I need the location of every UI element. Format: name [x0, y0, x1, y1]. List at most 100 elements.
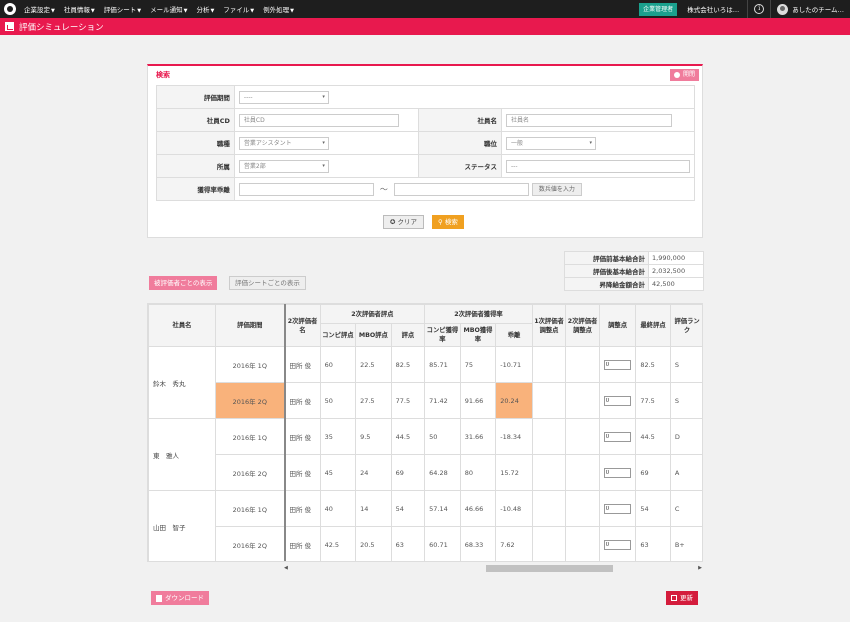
- position-label: 職位: [418, 131, 502, 155]
- rank-cell: S: [669, 346, 702, 383]
- logo-icon[interactable]: [4, 3, 16, 15]
- menu-file[interactable]: ファイル▼: [223, 4, 254, 14]
- final-score-cell: 69: [635, 454, 671, 491]
- mbo-score-cell: 9.5: [355, 418, 392, 455]
- jobtype-select[interactable]: 営業アシスタント: [238, 136, 329, 150]
- period-select[interactable]: ----: [238, 90, 329, 104]
- search-label: 検索: [444, 218, 458, 226]
- header-rate-group: 2次評価者獲得率: [424, 304, 533, 324]
- caret-down-icon: ▼: [90, 8, 95, 14]
- view-by-sheet-button[interactable]: 評価シートごとの表示: [229, 276, 306, 290]
- admin-button[interactable]: 企業管理者: [639, 2, 678, 16]
- score-cell: 82.5: [390, 346, 426, 383]
- adj2-cell: [565, 418, 600, 455]
- mbo-rate-cell: 68.33: [459, 526, 497, 561]
- dept-select[interactable]: 営業2部: [238, 159, 329, 173]
- header-mbo-rate: MBO獲得率: [459, 323, 497, 347]
- menu-employee-info[interactable]: 社員情報▼: [64, 4, 95, 14]
- info-icon[interactable]: i: [754, 4, 765, 14]
- clear-button[interactable]: ✪ クリア: [383, 215, 425, 229]
- empname-input[interactable]: 社員名: [506, 113, 672, 127]
- download-button[interactable]: ダウンロード: [151, 591, 209, 605]
- evaluator-cell: 田所 俊: [284, 418, 321, 455]
- period-cell: 2016年 2Q: [214, 454, 286, 491]
- update-label: 更新: [680, 594, 693, 602]
- compe-rate-cell: 50: [424, 418, 461, 455]
- adjust-input[interactable]: [603, 359, 631, 370]
- empcd-label: 社員CD: [156, 108, 235, 132]
- compe-rate-cell: 60.71: [424, 526, 461, 561]
- results-grid: 社員名 評価期間 2次評価者名 2次評価者評点 2次評価者獲得率 1次評価者調整…: [147, 303, 703, 562]
- adj2-cell: [565, 382, 600, 419]
- menu-label: 企業設定: [24, 6, 50, 14]
- header-adj2: 2次評価者調整点: [565, 304, 600, 347]
- header-adj1: 1次評価者調整点: [531, 304, 567, 347]
- adjust-input[interactable]: [603, 503, 631, 514]
- adj1-cell: [531, 526, 567, 561]
- header-mbo-score: MBO評点: [355, 323, 392, 347]
- header-score: 評点: [390, 323, 426, 347]
- status-input[interactable]: ---: [506, 159, 690, 173]
- rate-input-button[interactable]: 数兵値を入力: [531, 182, 582, 196]
- user-name[interactable]: あしたのチーム…: [792, 4, 844, 14]
- menu-analysis[interactable]: 分析▼: [196, 4, 214, 14]
- period-label: 評価期間: [156, 85, 235, 109]
- final-score-cell: 82.5: [635, 346, 671, 383]
- rank-cell: C: [669, 490, 702, 527]
- mbo-rate-cell: 91.66: [459, 382, 497, 419]
- top-nav: 企業設定▼ 社員情報▼ 評価シート▼ メール通知▼ 分析▼ ファイル▼ 例外処理…: [0, 0, 850, 18]
- search-title: 検索: [156, 71, 170, 79]
- divergence-cell: -10.48: [495, 490, 533, 527]
- adjust-input[interactable]: [603, 395, 631, 406]
- tilde: ～: [379, 184, 388, 194]
- table-row: 東 雅人2016年 1Q田所 俊359.544.55031.66-18.3444…: [148, 418, 702, 491]
- mbo-rate-cell: 80: [459, 454, 497, 491]
- period-cell: 2016年 1Q: [214, 490, 286, 527]
- menu-company-settings[interactable]: 企業設定▼: [24, 4, 55, 14]
- adjust-input[interactable]: [603, 431, 631, 442]
- divergence-cell: -18.34: [495, 418, 533, 455]
- header-period: 評価期間: [214, 304, 286, 347]
- employee-name-cell: 山田 智子: [148, 490, 216, 561]
- adjust-cell: [598, 382, 637, 419]
- period-cell: 2016年 1Q: [214, 418, 286, 455]
- total-value: 1,990,000: [648, 251, 704, 265]
- company-name[interactable]: 株式会社いろは…: [687, 4, 739, 14]
- mbo-score-cell: 22.5: [355, 346, 392, 383]
- update-button[interactable]: 更新: [666, 591, 698, 605]
- rate-to-input[interactable]: [393, 182, 529, 196]
- evaluator-cell: 田所 俊: [284, 490, 321, 527]
- menu-label: 社員情報: [63, 6, 90, 14]
- toggle-button[interactable]: 開閉: [669, 69, 699, 81]
- caret-down-icon: ▼: [210, 8, 215, 14]
- adjust-input[interactable]: [603, 467, 631, 478]
- user-icon[interactable]: [777, 3, 789, 15]
- scroll-right-icon[interactable]: ▶: [698, 565, 702, 571]
- view-by-evaluatee-button[interactable]: 被評価者ごとの表示: [149, 276, 218, 290]
- compe-score-cell: 42.5: [319, 526, 357, 561]
- menu-evaluation-sheet[interactable]: 評価シート▼: [104, 4, 141, 14]
- divider: [747, 0, 749, 18]
- header-compe-score: コンピ評点: [319, 323, 357, 347]
- mbo-rate-cell: 46.66: [459, 490, 497, 527]
- search-form: 評価期間 ---- 社員CD 社員CD 社員名 社員名 職種 営業アシスタント …: [156, 85, 696, 201]
- table-row: 2016年 2Q田所 俊45246964.288015.7269A3: [149, 454, 702, 491]
- search-button[interactable]: ⚲ 検索: [432, 215, 464, 229]
- caret-down-icon: ▼: [183, 8, 188, 14]
- caret-down-icon: ▼: [137, 8, 142, 14]
- header-divergence: 乖離: [495, 323, 533, 347]
- menu-exception[interactable]: 例外処理▼: [263, 4, 294, 14]
- position-select[interactable]: 一般: [506, 136, 596, 150]
- empcd-input[interactable]: 社員CD: [238, 113, 399, 127]
- menu-mail-notify[interactable]: メール通知▼: [150, 4, 187, 14]
- divergence-cell: 20.24: [495, 382, 533, 419]
- horizontal-scrollbar[interactable]: ◀ ▶: [283, 564, 703, 573]
- adjust-input[interactable]: [603, 539, 631, 550]
- header-evaluator: 2次評価者名: [284, 304, 321, 347]
- dept-label: 所属: [156, 154, 235, 178]
- table-row: 山田 智子2016年 1Q田所 俊40145457.1446.66-10.485…: [148, 490, 702, 561]
- rate-from-input[interactable]: [238, 182, 374, 196]
- adj1-cell: [531, 346, 567, 383]
- scroll-thumb[interactable]: [486, 565, 613, 572]
- scroll-left-icon[interactable]: ◀: [284, 565, 288, 571]
